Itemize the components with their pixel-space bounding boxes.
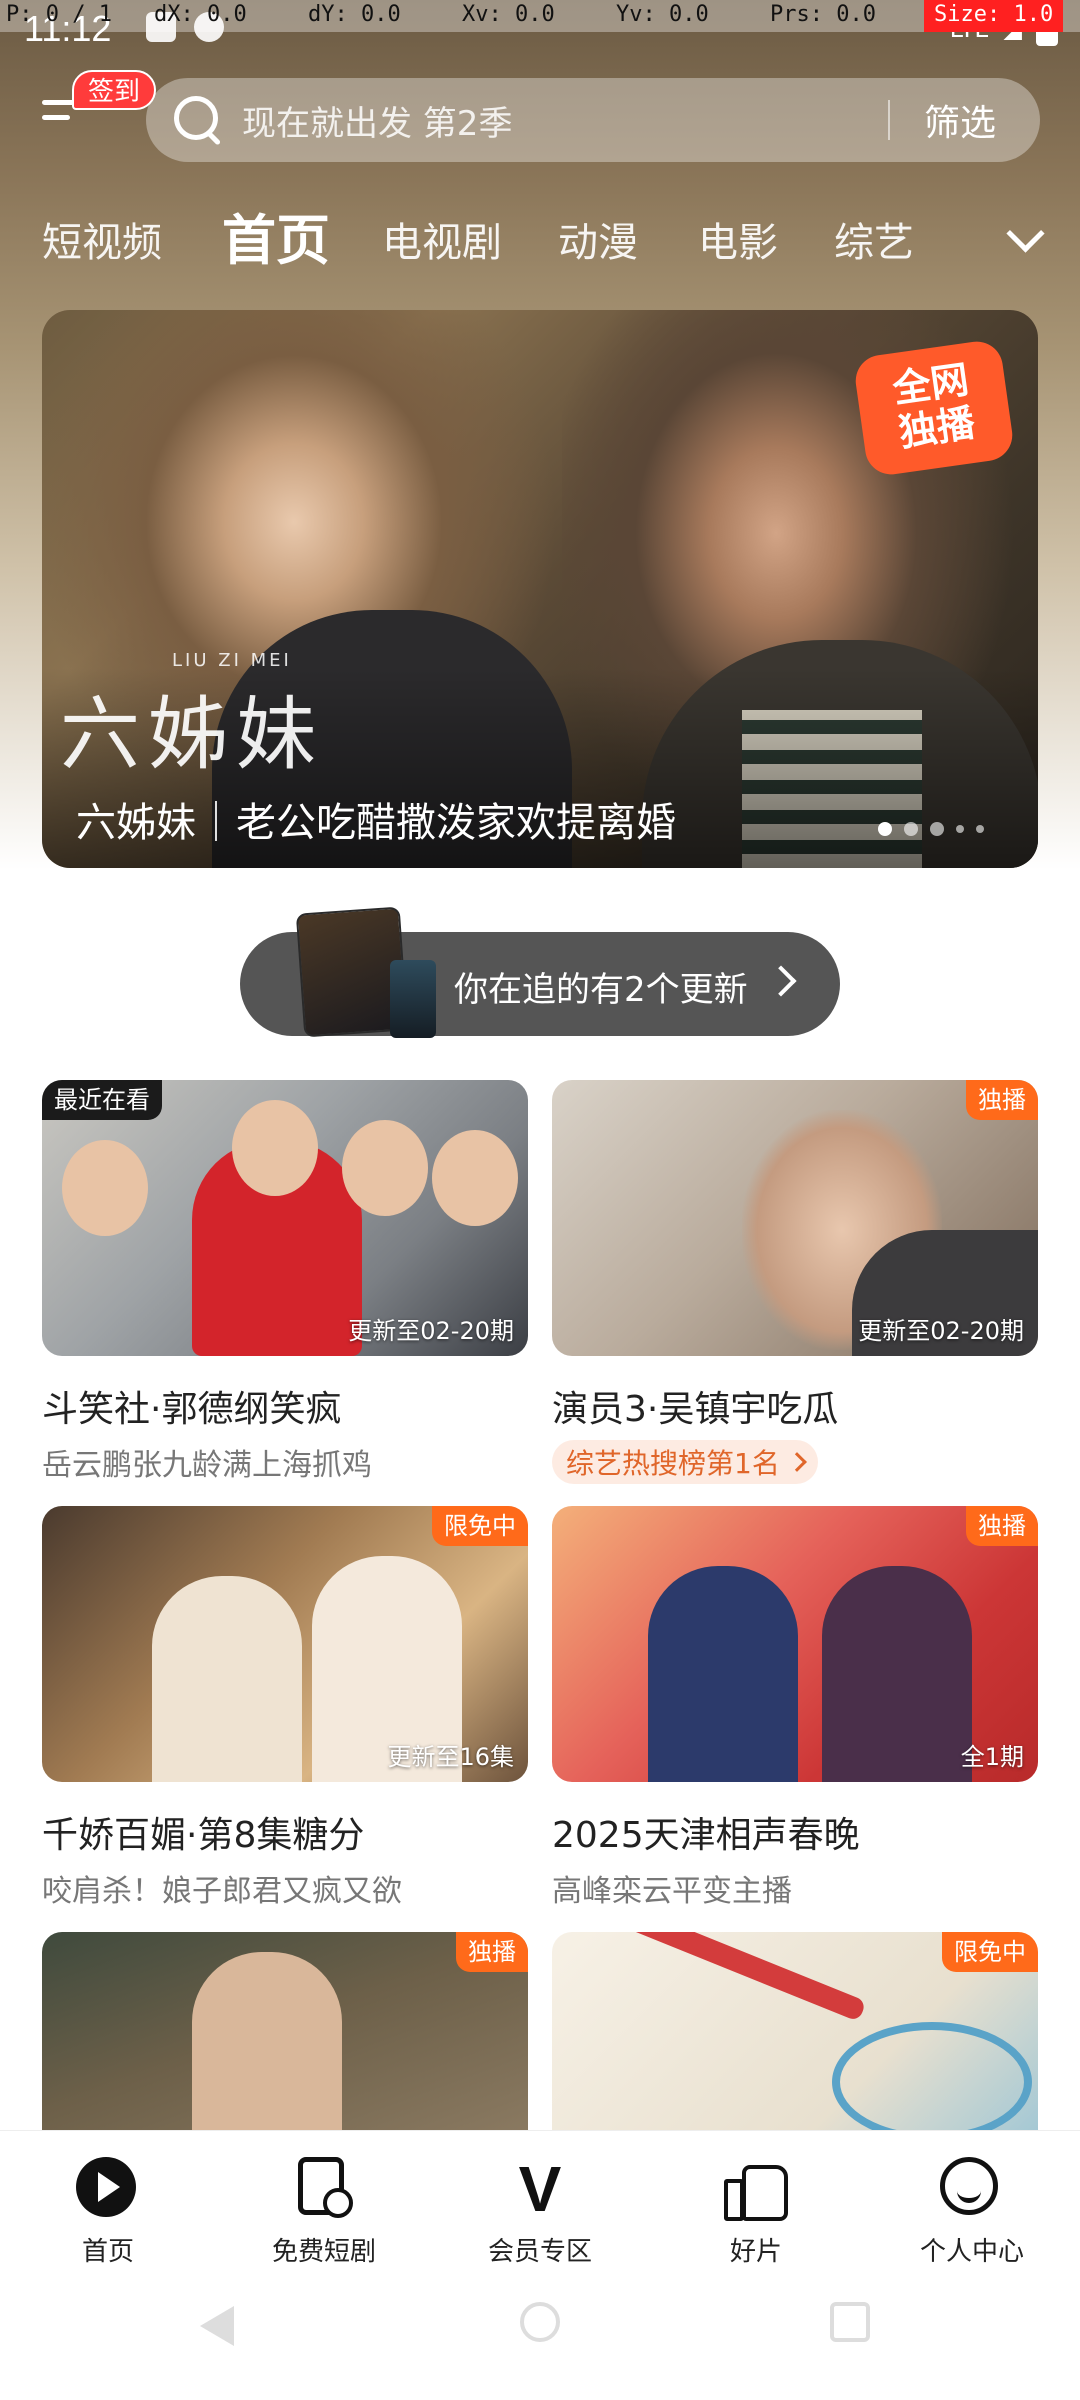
card-title[interactable]: 2025天津相声春晚 xyxy=(552,1806,1038,1858)
content-card[interactable]: 限免中 更新至16集 千娇百媚·第8集糖分 咬肩杀！娘子郎君又疯又欲 xyxy=(42,1506,528,1910)
exclusive-badge: 全网 独播 xyxy=(852,338,1016,478)
carousel-dot[interactable] xyxy=(976,825,984,833)
card-subtitle: 高峰栾云平变主播 xyxy=(552,1874,792,1909)
checkin-badge[interactable]: 签到 xyxy=(72,70,157,110)
free-limited-tag: 限免中 xyxy=(942,1932,1038,1972)
card-title[interactable]: 千娇百媚·第8集糖分 xyxy=(42,1806,528,1858)
pointer-debug-overlay: P: 0 / 1 dX: 0.0 dY: 0.0 Xv: 0.0 Yv: 0.0… xyxy=(0,0,1080,32)
exclusive-tag: 独播 xyxy=(456,1932,528,1972)
nav-label: 会员专区 xyxy=(487,2237,592,2267)
thumbnail-figure xyxy=(822,1566,972,1782)
card-thumbnail[interactable]: 独播 更新至02-20期 xyxy=(552,1080,1038,1356)
chevron-down-icon[interactable] xyxy=(1004,218,1046,260)
tab-movie[interactable]: 电影 xyxy=(698,210,778,268)
card-subtitle: 岳云鹏张九龄满上海抓鸡 xyxy=(42,1448,372,1483)
bottom-navigation: 首页 免费短剧 V 会员专区 好片 个人中心 xyxy=(0,2130,1080,2280)
tab-tv-series[interactable]: 电视剧 xyxy=(382,210,502,268)
nav-home[interactable]: 首页 xyxy=(0,2131,216,2280)
thumbnail-figure xyxy=(232,1100,318,1196)
thumbnail-figure xyxy=(617,1932,867,2022)
card-thumbnail[interactable]: 最近在看 更新至02-20期 xyxy=(42,1080,528,1356)
following-thumbnail-secondary xyxy=(390,960,436,1038)
thumbnail-figure xyxy=(342,1120,428,1216)
card-thumbnail[interactable]: 独播 全1期 xyxy=(552,1506,1038,1782)
update-status: 更新至02-20期 xyxy=(858,1317,1024,1345)
system-navigation-bar xyxy=(0,2280,1080,2400)
menu-icon-line xyxy=(42,100,76,105)
rank-text: 综艺热搜榜第1名 xyxy=(566,1447,780,1480)
thumbnail-figure xyxy=(152,1576,302,1782)
tab-variety[interactable]: 综艺 xyxy=(834,210,914,268)
content-card[interactable]: 最近在看 更新至02-20期 斗笑社·郭德纲笑疯 岳云鹏张九龄满上海抓鸡 xyxy=(42,1080,528,1484)
thumbnail-figure xyxy=(432,1130,518,1226)
nav-free-short-drama[interactable]: 免费短剧 xyxy=(216,2131,432,2280)
thumbs-up-icon xyxy=(724,2157,788,2221)
user-smile-icon xyxy=(940,2157,998,2215)
card-thumbnail[interactable]: 限免中 更新至16集 xyxy=(42,1506,528,1782)
hero-banner[interactable]: LIU ZI MEI 六姊妹 六姊妹｜老公吃醋撒泼家欢提离婚 全网 独播 xyxy=(42,310,1038,868)
exclusive-tag: 独播 xyxy=(966,1080,1038,1120)
update-status: 更新至02-20期 xyxy=(348,1317,514,1345)
debug-dy: dY: 0.0 xyxy=(308,2,401,27)
back-icon[interactable] xyxy=(200,2306,234,2346)
search-placeholder[interactable]: 现在就出发 第2季 xyxy=(242,96,888,145)
card-subtitle: 咬肩杀！娘子郎君又疯又欲 xyxy=(42,1874,402,1909)
carousel-dot[interactable] xyxy=(956,825,964,833)
debug-size: Size: 1.0 xyxy=(924,0,1064,32)
nav-label: 个人中心 xyxy=(919,2237,1024,2267)
nav-vip-zone[interactable]: V 会员专区 xyxy=(432,2131,648,2280)
carousel-dot[interactable] xyxy=(930,822,944,836)
following-updates-text: 你在追的有2个更新 xyxy=(454,970,748,1010)
card-title[interactable]: 斗笑社·郭德纲笑疯 xyxy=(42,1380,528,1432)
tab-home[interactable]: 首页 xyxy=(222,196,330,275)
carousel-dot[interactable] xyxy=(904,822,918,836)
following-updates-button[interactable]: 你在追的有2个更新 xyxy=(240,906,840,1038)
debug-xv: Xv: 0.0 xyxy=(462,2,555,27)
chevron-right-icon xyxy=(786,1452,807,1472)
rank-badge[interactable]: 综艺热搜榜第1名 xyxy=(552,1440,818,1484)
nav-good-films[interactable]: 好片 xyxy=(648,2131,864,2280)
thumbnail-figure xyxy=(192,1952,342,2152)
carousel-dot[interactable] xyxy=(878,822,892,836)
banner-logo-pinyin: LIU ZI MEI xyxy=(172,650,292,671)
carousel-dots xyxy=(878,822,984,836)
vip-icon: V xyxy=(518,2153,562,2225)
search-icon xyxy=(170,92,226,148)
banner-title-logo: 六姊妹 xyxy=(60,688,324,781)
exclusive-tag: 独播 xyxy=(966,1506,1038,1546)
home-play-icon xyxy=(76,2157,136,2217)
debug-yv: Yv: 0.0 xyxy=(616,2,709,27)
nav-profile[interactable]: 个人中心 xyxy=(864,2131,1080,2280)
chevron-right-icon xyxy=(765,965,797,997)
thumbnail-figure xyxy=(62,1140,148,1236)
free-limited-tag: 限免中 xyxy=(432,1506,528,1546)
thumbnail-figure xyxy=(648,1566,798,1782)
card-title[interactable]: 演员3·吴镇宇吃瓜 xyxy=(552,1380,1038,1432)
category-tabs: 短视频 首页 电视剧 动漫 电影 综艺 xyxy=(0,196,1080,276)
debug-dx: dX: 0.0 xyxy=(154,2,247,27)
debug-prs: Prs: 0.0 xyxy=(770,2,876,27)
home-icon[interactable] xyxy=(520,2302,560,2342)
short-drama-icon xyxy=(298,2157,353,2218)
tab-anime[interactable]: 动漫 xyxy=(558,210,638,268)
banner-caption: 六姊妹｜老公吃醋撒泼家欢提离婚 xyxy=(76,800,676,846)
recently-watched-tag: 最近在看 xyxy=(42,1080,162,1120)
update-status: 更新至16集 xyxy=(387,1743,514,1771)
tab-short-video[interactable]: 短视频 xyxy=(42,210,162,268)
content-card[interactable]: 独播 更新至02-20期 演员3·吴镇宇吃瓜 综艺热搜榜第1名 xyxy=(552,1080,1038,1484)
thumbnail-figure xyxy=(832,2022,1032,2142)
nav-label: 首页 xyxy=(81,2237,134,2267)
filter-button[interactable]: 筛选 xyxy=(890,94,1040,146)
content-card[interactable]: 独播 全1期 2025天津相声春晚 高峰栾云平变主播 xyxy=(552,1506,1038,1910)
recent-apps-icon[interactable] xyxy=(830,2302,870,2342)
nav-label: 好片 xyxy=(729,2237,782,2267)
menu-icon-line xyxy=(42,115,70,120)
nav-label: 免费短剧 xyxy=(271,2237,376,2267)
update-status: 全1期 xyxy=(960,1743,1024,1771)
debug-pointer: P: 0 / 1 xyxy=(6,2,112,27)
search-bar[interactable]: 现在就出发 第2季 筛选 xyxy=(146,78,1040,162)
